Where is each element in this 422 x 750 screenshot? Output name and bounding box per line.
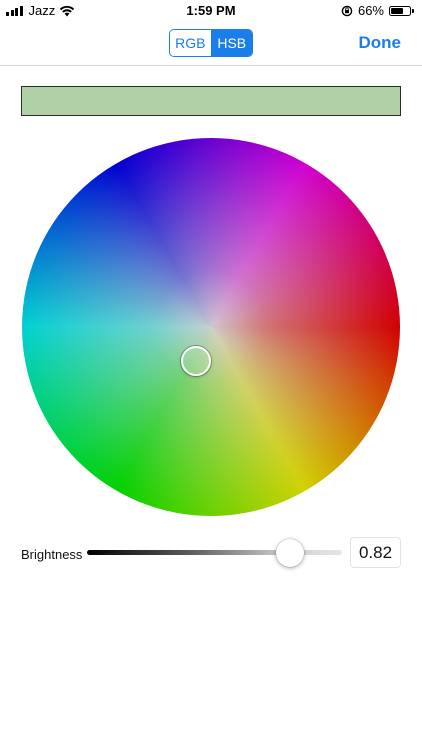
battery-fill [391,7,403,14]
hue-saturation-wheel[interactable] [22,138,400,516]
battery-percent: 66% [357,3,384,18]
color-wheel-thumb[interactable] [181,346,211,376]
color-mode-segmented-control: RGB HSB [169,29,253,57]
brightness-label: Brightness [21,547,83,562]
battery-cap [412,8,414,13]
battery-icon [389,5,414,16]
segment-rgb[interactable]: RGB [170,30,211,56]
status-right: 66% [341,3,414,18]
brightness-slider-thumb[interactable] [276,539,304,567]
done-button[interactable]: Done [359,33,402,53]
status-bar: Jazz 1:59 PM 66% [0,0,422,22]
brightness-value-field[interactable]: 0.82 [350,537,401,568]
battery-body [389,5,411,16]
orientation-lock-icon [341,5,353,16]
color-preview-swatch [21,86,401,116]
navigation-bar: RGB HSB Done [0,22,422,66]
segment-hsb[interactable]: HSB [210,30,252,56]
color-picker-screen: Jazz 1:59 PM 66% RGB HSB Done Brightness… [0,0,422,750]
